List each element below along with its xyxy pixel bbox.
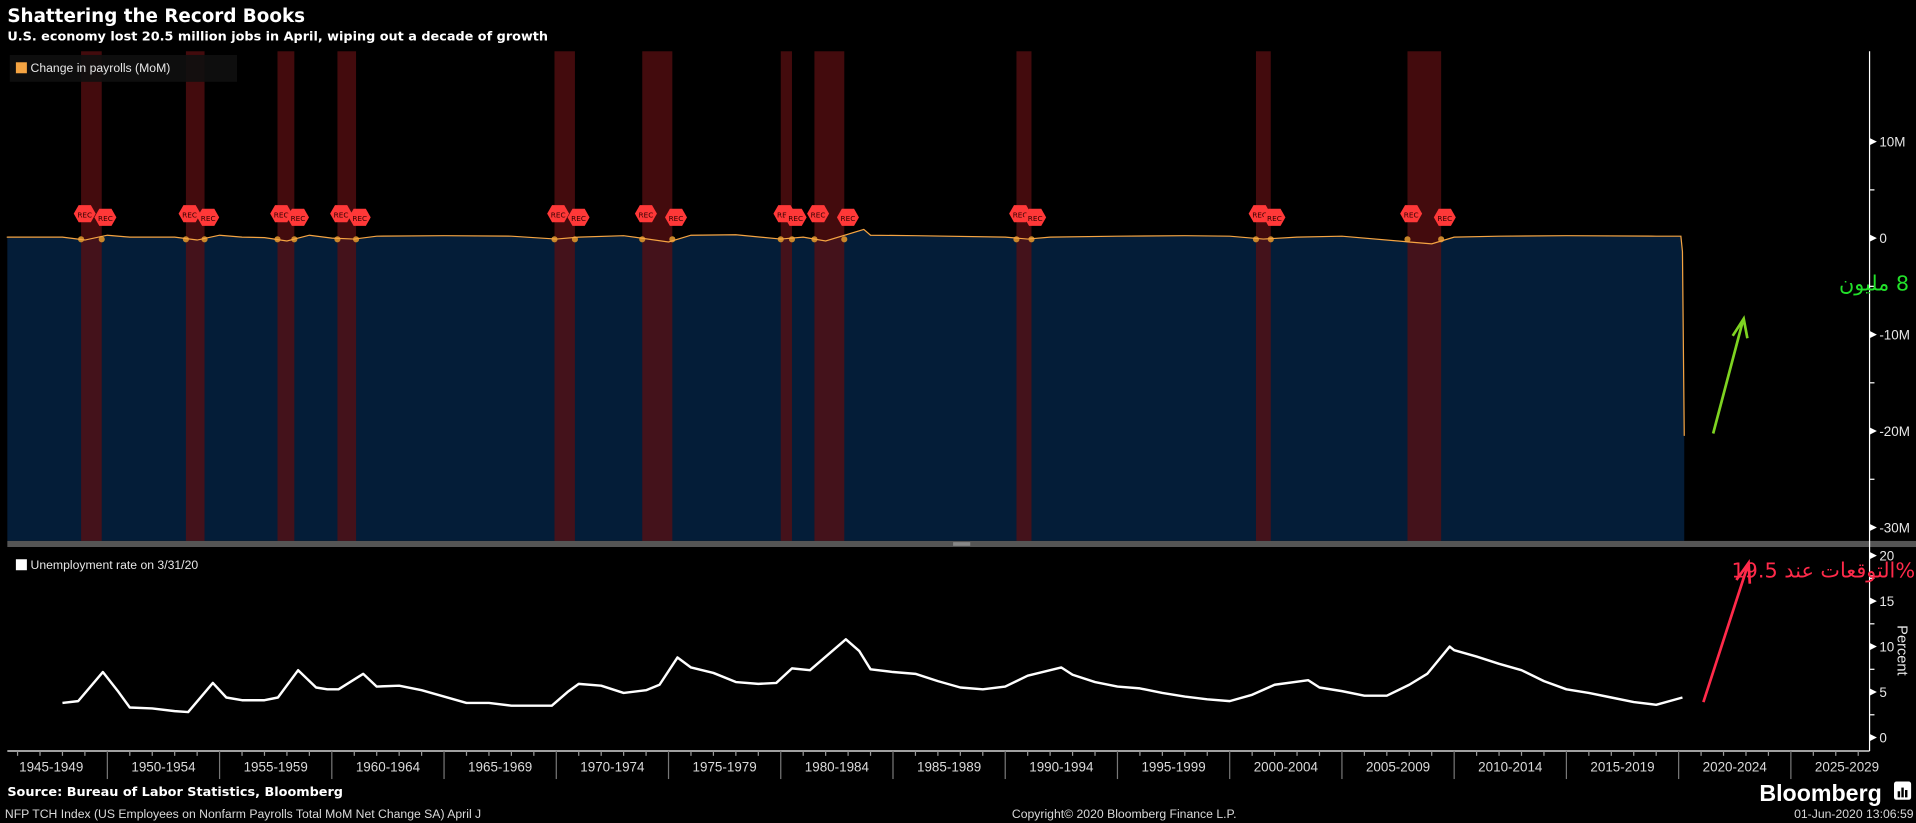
rec-marker-label: REC (334, 210, 349, 219)
rec-marker-label: REC (788, 214, 803, 223)
y-tick-marker (1869, 523, 1877, 532)
rec-marker-label: REC (841, 214, 856, 223)
y-tick-marker (1869, 597, 1877, 605)
bloomberg-logo: Bloomberg (1759, 780, 1881, 806)
rec-marker-label: REC (77, 210, 92, 219)
y-tick-label: -10M (1879, 327, 1910, 342)
bloomberg-chart: Shattering the Record Books U.S. economy… (5, 6, 1916, 821)
copyright: Copyright© 2020 Bloomberg Finance L.P. (1012, 807, 1237, 821)
unemployment-legend-swatch (15, 559, 27, 571)
chart-subtitle: U.S. economy lost 20.5 million jobs in A… (7, 29, 548, 44)
y-tick-marker (1869, 137, 1877, 146)
rec-marker-label: REC (291, 214, 306, 223)
rec-marker-label: REC (274, 210, 289, 219)
payrolls-legend-swatch (15, 62, 27, 74)
rec-marker-label: REC (551, 210, 566, 219)
chart-title: Shattering the Record Books (7, 6, 305, 27)
x-tick-label: 1955-1959 (244, 760, 308, 775)
recession-band (1407, 51, 1442, 541)
rec-marker-label: REC (182, 210, 197, 219)
recession-point (334, 236, 341, 243)
x-tick-label: 2005-2009 (1366, 760, 1430, 775)
x-tick-label: 1980-1984 (805, 760, 870, 775)
unemployment-forecast-annotation: %التوقعات عند 19.5 (1731, 559, 1915, 583)
x-tick-label: 1975-1979 (693, 760, 757, 775)
timestamp: 01-Jun-2020 13:06:59 (1794, 807, 1914, 821)
y-tick-marker (1869, 330, 1877, 339)
x-tick-label: 1950-1954 (131, 760, 196, 775)
recession-band (81, 51, 102, 541)
rec-marker-label: REC (639, 210, 654, 219)
y-tick-label: 15 (1879, 594, 1894, 609)
x-tick-label: 1970-1974 (580, 760, 645, 775)
rec-marker-label: REC (571, 214, 586, 223)
y-tick-label: 0 (1879, 231, 1886, 246)
x-tick-label: 2020-2024 (1703, 760, 1768, 775)
x-tick-label: 1965-1969 (468, 760, 532, 775)
x-tick-label: 1945-1949 (19, 760, 83, 775)
recession-band (1255, 51, 1271, 541)
unemployment-legend-label: Unemployment rate on 3/31/20 (31, 558, 199, 572)
recession-band (1016, 51, 1032, 541)
rec-marker-label: REC (669, 214, 684, 223)
x-tick-label: 2025-2029 (1815, 760, 1879, 775)
recession-point (639, 236, 646, 243)
x-tick-label: 2010-2014 (1478, 760, 1543, 775)
y-axis-label-percent: Percent (1894, 625, 1910, 675)
rec-marker-label: REC (201, 214, 216, 223)
y-tick-marker (1869, 642, 1877, 651)
recession-band (277, 51, 295, 541)
payrolls-legend-label: Change in payrolls (MoM) (31, 61, 171, 75)
recession-band (642, 51, 673, 541)
y-tick-label: -20M (1879, 424, 1910, 439)
bloomberg-chart-icon (1894, 781, 1912, 800)
rec-marker-label: REC (811, 210, 826, 219)
x-tick-label: 2000-2004 (1254, 760, 1319, 775)
x-tick-label: 1960-1964 (356, 760, 421, 775)
divider-handle[interactable] (953, 542, 971, 546)
recession-band (337, 51, 357, 541)
y-tick-label: 10M (1879, 135, 1905, 150)
y-tick-label: -30M (1879, 520, 1910, 535)
bottom-panel (7, 547, 1870, 751)
rec-marker-label: REC (1404, 210, 1419, 219)
recession-band (185, 51, 205, 541)
y-tick-label: 5 (1879, 685, 1886, 700)
recession-point (1252, 236, 1260, 243)
index-description: NFP TCH Index (US Employees on Nonfarm P… (5, 807, 481, 821)
y-tick-label: 0 (1879, 730, 1886, 745)
y-tick-marker (1869, 427, 1877, 435)
rec-marker-label: REC (352, 214, 367, 223)
recession-point (841, 236, 848, 243)
y-tick-label: 10 (1879, 639, 1894, 654)
rec-marker-label: REC (1437, 214, 1452, 223)
recession-band (814, 51, 845, 541)
x-tick-label: 1985-1989 (917, 760, 981, 775)
y-tick-marker (1869, 234, 1877, 242)
recession-point (1013, 236, 1020, 243)
x-tick-label: 1990-1994 (1029, 760, 1094, 775)
rec-marker-label: REC (98, 214, 113, 223)
y-tick-marker (1869, 733, 1877, 742)
recession-point (788, 236, 796, 243)
rec-marker-label: REC (1267, 214, 1282, 223)
recession-band (780, 51, 792, 541)
rec-marker-label: REC (1028, 214, 1043, 223)
y-tick-marker (1869, 688, 1877, 696)
payrolls-forecast-annotation: التوقعات عند 8 مليون (1839, 272, 1916, 296)
x-tick-label: 1995-1999 (1141, 760, 1205, 775)
source-note: Source: Bureau of Labor Statistics, Bloo… (7, 785, 343, 800)
recession-band (554, 51, 575, 541)
x-tick-label: 2015-2019 (1590, 760, 1654, 775)
